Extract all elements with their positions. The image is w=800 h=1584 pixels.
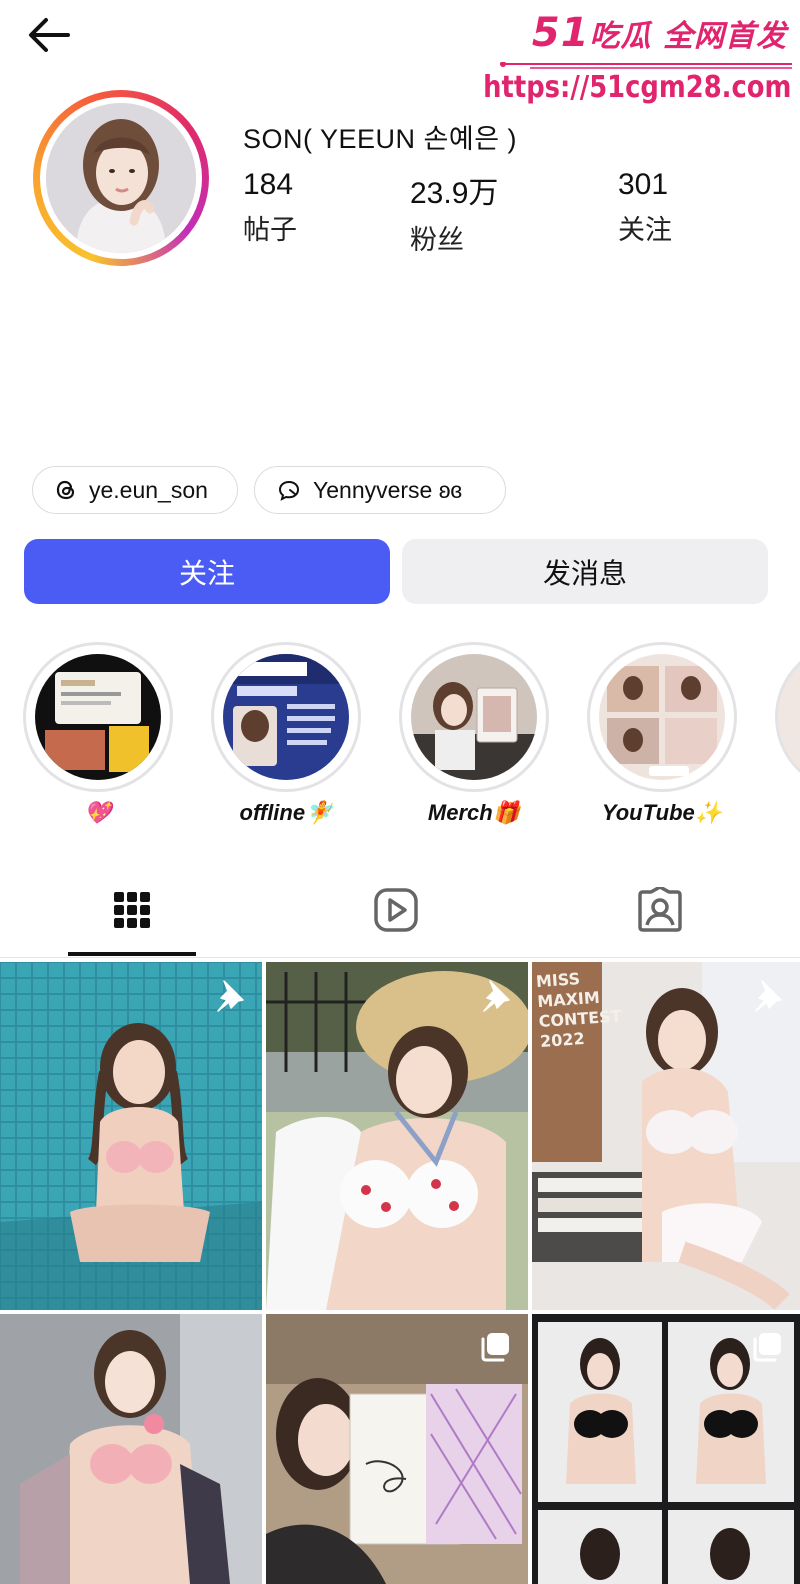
tab-tagged[interactable] — [595, 875, 725, 945]
highlight-item[interactable]: offline🧚 — [211, 642, 361, 826]
tagged-person-icon — [638, 887, 682, 932]
highlight-cover — [411, 654, 537, 780]
stat-following[interactable]: 301 关注 — [618, 168, 672, 247]
highlight-label: Merch🎁 — [427, 800, 521, 825]
tab-divider — [0, 957, 800, 958]
back-button[interactable] — [18, 10, 78, 60]
highlight-cover — [223, 654, 349, 780]
grid-icon — [114, 892, 150, 928]
threads-link-chip[interactable]: ye.eun_son — [32, 466, 238, 514]
stat-label: 关注 — [618, 215, 672, 245]
chat-bubble-icon — [278, 480, 300, 501]
active-tab-indicator — [68, 952, 196, 956]
post-overlay-text: MISS MAXIM CONTEST 2022 — [535, 969, 623, 1051]
stat-value: 23.9万 — [410, 177, 499, 210]
highlight-item[interactable]: YouTube✨ — [587, 642, 737, 826]
highlight-label: 💖 — [84, 800, 112, 825]
stat-label: 帖子 — [243, 215, 297, 245]
pin-icon — [217, 980, 244, 1012]
pin-icon — [755, 980, 782, 1012]
channel-link-chip[interactable]: Yennyverse ʚ⁠ɞ — [254, 466, 506, 514]
multiple-photos-icon — [481, 1333, 509, 1362]
message-button[interactable]: 发消息 — [402, 539, 768, 604]
highlight-label: offline🧚 — [239, 800, 333, 825]
chip-label: ye.eun_son — [89, 476, 208, 503]
post-thumbnail[interactable] — [0, 962, 262, 1310]
tab-posts-grid[interactable] — [67, 875, 197, 945]
avatar-story-ring[interactable] — [33, 90, 209, 266]
highlight-cover — [599, 654, 725, 780]
post-thumbnail[interactable] — [266, 962, 528, 1310]
follow-button[interactable]: 关注 — [24, 539, 390, 604]
post-thumbnail[interactable] — [266, 1314, 528, 1584]
highlight-label: YouTube✨ — [601, 800, 723, 825]
highlight-item-partial[interactable] — [775, 642, 800, 792]
multiple-photos-icon — [753, 1333, 781, 1362]
highlight-item[interactable]: Merch🎁 — [399, 642, 549, 826]
highlight-item[interactable]: 💖 — [23, 642, 173, 826]
stat-value: 184 — [243, 168, 294, 201]
post-thumbnail[interactable]: MISS MAXIM CONTEST 2022 — [532, 962, 800, 1310]
stat-followers[interactable]: 23.9万 粉丝 — [410, 168, 498, 257]
chip-label: Yennyverse ʚ⁠ɞ — [313, 476, 463, 503]
threads-icon — [56, 480, 75, 500]
tab-reels[interactable] — [331, 875, 461, 945]
post-thumbnail[interactable] — [532, 1314, 800, 1584]
stat-value: 301 — [618, 168, 669, 201]
stat-label: 粉丝 — [410, 225, 464, 255]
stat-posts[interactable]: 184 帖子 — [243, 168, 297, 247]
reels-play-icon — [374, 888, 418, 932]
arrow-left-icon — [29, 18, 70, 52]
watermark-brand: 51吃瓜 全网首发 — [531, 10, 787, 56]
watermark: 51吃瓜 全网首发 https://51cgm28.com — [483, 10, 795, 110]
profile-name: SON( YEEUN 손예은 ) — [243, 124, 518, 154]
watermark-url: https://51cgm28.com — [482, 70, 791, 105]
highlight-cover — [35, 654, 161, 780]
avatar — [46, 103, 196, 253]
pin-icon — [483, 980, 510, 1012]
post-thumbnail[interactable] — [0, 1314, 262, 1584]
watermark-lines — [500, 62, 792, 69]
